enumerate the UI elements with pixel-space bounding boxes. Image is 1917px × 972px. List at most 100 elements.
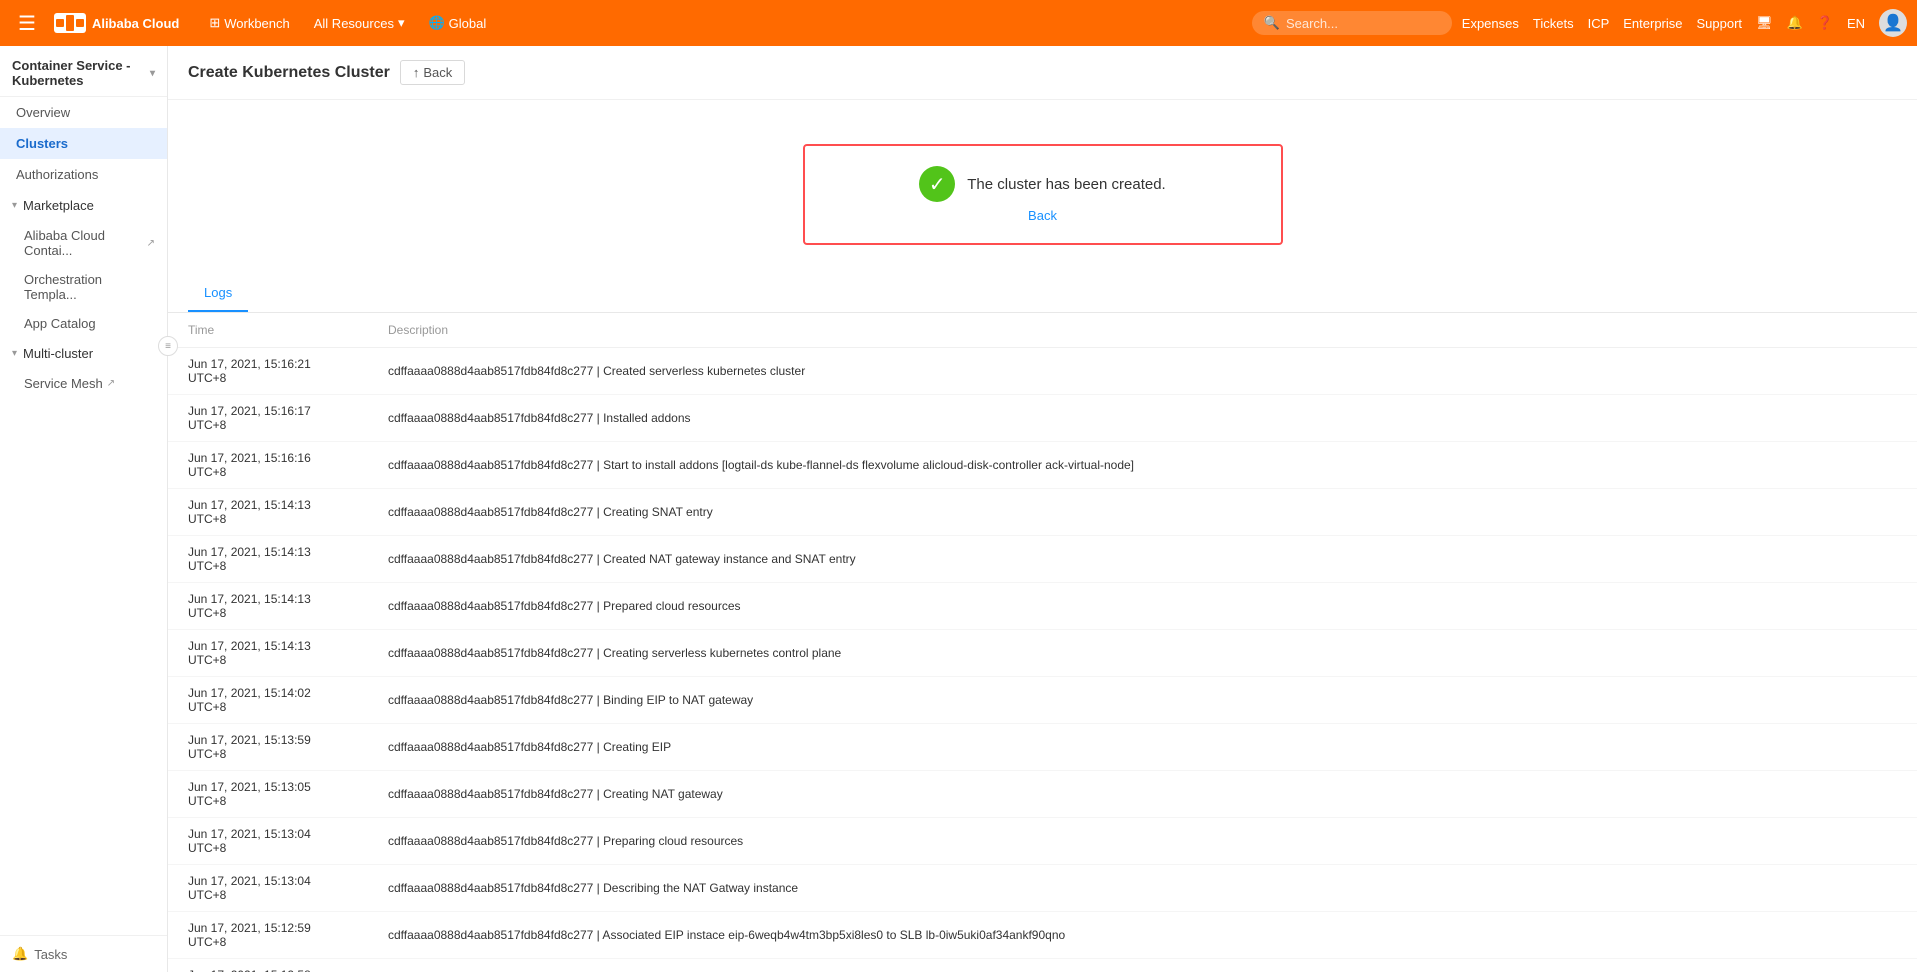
log-time: Jun 17, 2021, 15:13:59 UTC+8	[168, 724, 368, 771]
chevron-down-icon: ▾	[12, 348, 17, 359]
icp-link[interactable]: ICP	[1588, 16, 1610, 31]
log-description: cdffaaaa0888d4aab8517fdb84fd8c277 | Crea…	[368, 630, 1917, 677]
log-description: cdffaaaa0888d4aab8517fdb84fd8c277 | Star…	[368, 442, 1917, 489]
page-title: Create Kubernetes Cluster	[188, 64, 390, 82]
log-description: cdffaaaa0888d4aab8517fdb84fd8c277 | Asso…	[368, 912, 1917, 959]
back-arrow-icon: ↑	[413, 65, 420, 80]
sidebar-item-clusters[interactable]: Clusters	[0, 128, 167, 159]
logo-icon	[54, 13, 86, 33]
back-button[interactable]: ↑ Back	[400, 60, 465, 85]
log-time: Jun 17, 2021, 15:13:04 UTC+8	[168, 865, 368, 912]
main-layout: Container Service - Kubernetes ▾ Overvie…	[0, 46, 1917, 972]
success-banner: ✓ The cluster has been created. Back	[803, 144, 1283, 245]
monitor-icon[interactable]: 🖥	[1756, 15, 1773, 31]
table-row: Jun 17, 2021, 15:13:04 UTC+8 cdffaaaa088…	[168, 818, 1917, 865]
success-check-icon: ✓	[919, 166, 955, 202]
sidebar-item-authorizations[interactable]: Authorizations	[0, 159, 167, 190]
global-link[interactable]: 🌐 Global	[418, 11, 496, 35]
sidebar-multicluster-header[interactable]: ▾ Multi-cluster	[0, 338, 167, 369]
sidebar-marketplace-header[interactable]: ▾ Marketplace	[0, 190, 167, 221]
help-icon[interactable]: ❓	[1817, 15, 1833, 31]
table-row: Jun 17, 2021, 15:14:13 UTC+8 cdffaaaa088…	[168, 536, 1917, 583]
table-row: Jun 17, 2021, 15:13:04 UTC+8 cdffaaaa088…	[168, 865, 1917, 912]
expenses-link[interactable]: Expenses	[1462, 16, 1519, 31]
log-description: cdffaaaa0888d4aab8517fdb84fd8c277 | Crea…	[368, 724, 1917, 771]
external-link-icon: ↗	[107, 378, 115, 389]
bell-icon[interactable]: 🔔	[1787, 15, 1803, 31]
sidebar-tasks[interactable]: 🔔 Tasks	[0, 935, 167, 972]
support-link[interactable]: Support	[1697, 16, 1743, 31]
log-description: cdffaaaa0888d4aab8517fdb84fd8c277 | Crea…	[368, 536, 1917, 583]
log-description: cdffaaaa0888d4aab8517fdb84fd8c277 | Prep…	[368, 818, 1917, 865]
sidebar-collapse-button[interactable]: ≡	[158, 336, 178, 356]
table-row: Jun 17, 2021, 15:13:59 UTC+8 cdffaaaa088…	[168, 724, 1917, 771]
table-row: Jun 17, 2021, 15:12:59 UTC+8 cdffaaaa088…	[168, 912, 1917, 959]
table-header-row: Time Description	[168, 313, 1917, 348]
all-resources-link[interactable]: All Resources ▾	[304, 11, 415, 35]
log-time: Jun 17, 2021, 15:14:13 UTC+8	[168, 536, 368, 583]
log-time: Jun 17, 2021, 15:14:02 UTC+8	[168, 677, 368, 724]
search-box[interactable]: 🔍	[1252, 11, 1452, 35]
time-column-header: Time	[168, 313, 368, 348]
tasks-bell-icon: 🔔	[12, 946, 28, 962]
log-description: cdffaaaa0888d4aab8517fdb84fd8c277 | Bind…	[368, 677, 1917, 724]
description-column-header: Description	[368, 313, 1917, 348]
sidebar-item-overview[interactable]: Overview	[0, 97, 167, 128]
log-description: cdffaaaa0888d4aab8517fdb84fd8c277 | Crea…	[368, 489, 1917, 536]
log-time: Jun 17, 2021, 15:14:13 UTC+8	[168, 489, 368, 536]
chevron-down-icon: ▾	[398, 15, 405, 31]
success-message-row: ✓ The cluster has been created.	[919, 166, 1165, 202]
nav-right-items: Expenses Tickets ICP Enterprise Support …	[1462, 9, 1907, 37]
table-row: Jun 17, 2021, 15:14:13 UTC+8 cdffaaaa088…	[168, 630, 1917, 677]
table-row: Jun 17, 2021, 15:14:13 UTC+8 cdffaaaa088…	[168, 583, 1917, 630]
table-row: Jun 17, 2021, 15:16:17 UTC+8 cdffaaaa088…	[168, 395, 1917, 442]
log-time: Jun 17, 2021, 15:13:04 UTC+8	[168, 818, 368, 865]
chevron-down-icon: ▾	[12, 200, 17, 211]
tickets-link[interactable]: Tickets	[1533, 16, 1574, 31]
log-description: cdffaaaa0888d4aab8517fdb84fd8c277 | Crea…	[368, 348, 1917, 395]
table-row: Jun 17, 2021, 15:16:21 UTC+8 cdffaaaa088…	[168, 348, 1917, 395]
log-time: Jun 17, 2021, 15:16:16 UTC+8	[168, 442, 368, 489]
sidebar-item-service-mesh[interactable]: Service Mesh ↗	[0, 369, 167, 398]
sidebar: Container Service - Kubernetes ▾ Overvie…	[0, 46, 168, 972]
nav-links: ⊞ Workbench All Resources ▾ 🌐 Global	[199, 11, 496, 35]
logo: Alibaba Cloud	[54, 13, 179, 33]
hamburger-menu[interactable]: ☰	[10, 7, 44, 40]
logs-table-body: Jun 17, 2021, 15:16:21 UTC+8 cdffaaaa088…	[168, 348, 1917, 972]
user-avatar[interactable]: 👤	[1879, 9, 1907, 37]
success-back-link[interactable]: Back	[1028, 208, 1057, 223]
logo-text: Alibaba Cloud	[92, 16, 179, 31]
sidebar-item-app-catalog[interactable]: App Catalog	[0, 309, 167, 338]
log-time: Jun 17, 2021, 15:12:59 UTC+8	[168, 912, 368, 959]
tab-logs[interactable]: Logs	[188, 275, 248, 312]
search-input[interactable]	[1286, 16, 1440, 31]
log-time: Jun 17, 2021, 15:16:17 UTC+8	[168, 395, 368, 442]
log-description: cdffaaaa0888d4aab8517fdb84fd8c277 | Desc…	[368, 865, 1917, 912]
log-description: cdffaaaa0888d4aab8517fdb84fd8c277 | Crea…	[368, 771, 1917, 818]
logs-table: Time Description Jun 17, 2021, 15:16:21 …	[168, 313, 1917, 972]
content-area: Create Kubernetes Cluster ↑ Back ✓ The c…	[168, 46, 1917, 972]
log-time: Jun 17, 2021, 15:14:13 UTC+8	[168, 630, 368, 677]
globe-icon: 🌐	[428, 15, 444, 31]
sidebar-item-alibaba-cloud-contai[interactable]: Alibaba Cloud Contai... ↗	[0, 221, 167, 265]
log-description: cdffaaaa0888d4aab8517fdb84fd8c277 | Prep…	[368, 583, 1917, 630]
enterprise-link[interactable]: Enterprise	[1623, 16, 1682, 31]
sidebar-chevron-icon: ▾	[150, 68, 155, 79]
table-row: Jun 17, 2021, 15:16:16 UTC+8 cdffaaaa088…	[168, 442, 1917, 489]
log-description: cdffaaaa0888d4aab8517fdb84fd8c277 | Asso…	[368, 959, 1917, 972]
top-navigation: ☰ Alibaba Cloud ⊞ Workbench All Resource…	[0, 0, 1917, 46]
log-description: cdffaaaa0888d4aab8517fdb84fd8c277 | Inst…	[368, 395, 1917, 442]
success-text: The cluster has been created.	[967, 176, 1165, 193]
search-icon: 🔍	[1264, 15, 1280, 31]
external-link-icon: ↗	[147, 238, 155, 249]
tabs-row: Logs	[168, 275, 1917, 313]
log-time: Jun 17, 2021, 15:16:21 UTC+8	[168, 348, 368, 395]
sidebar-item-orchestration-templa[interactable]: Orchestration Templa...	[0, 265, 167, 309]
log-time: Jun 17, 2021, 15:13:05 UTC+8	[168, 771, 368, 818]
table-row: Jun 17, 2021, 15:12:58 UTC+8 cdffaaaa088…	[168, 959, 1917, 972]
content-header: Create Kubernetes Cluster ↑ Back	[168, 46, 1917, 100]
workbench-icon: ⊞	[209, 15, 220, 31]
workbench-link[interactable]: ⊞ Workbench	[199, 11, 299, 35]
lang-switcher[interactable]: EN	[1847, 16, 1865, 31]
table-row: Jun 17, 2021, 15:14:02 UTC+8 cdffaaaa088…	[168, 677, 1917, 724]
